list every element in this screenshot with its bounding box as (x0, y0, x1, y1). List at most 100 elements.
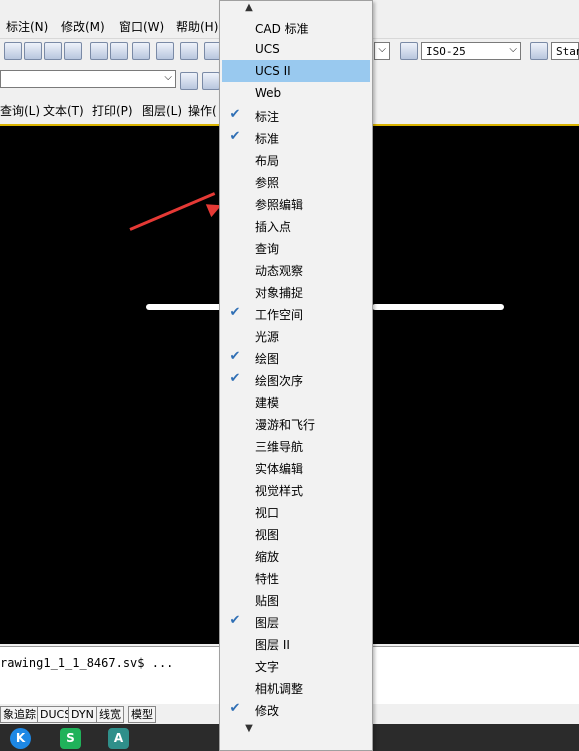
menu-item-label: 标注 (255, 110, 280, 124)
tab-text[interactable]: 文本(T) (43, 102, 84, 119)
menu-item-label: 动态观察 (255, 264, 304, 278)
menu-item[interactable]: CAD 标准 (222, 16, 370, 38)
scroll-up-icon[interactable]: ▲ (242, 2, 256, 13)
chevron-down-icon: ⌵ (378, 44, 386, 55)
menu-item[interactable]: 对象捕捉 (222, 280, 370, 302)
menu-item-label: 布局 (255, 154, 280, 168)
menu-item-label: 实体编辑 (255, 462, 304, 476)
text-style-dropdown[interactable]: ⌵ (374, 42, 390, 60)
menu-item[interactable]: Web (222, 82, 370, 104)
scroll-down-icon[interactable]: ▼ (242, 723, 256, 734)
menu-item[interactable]: ✔ 图层 (222, 610, 370, 632)
menu-item[interactable]: 特性 (222, 566, 370, 588)
chevron-down-icon: ⌵ (509, 44, 517, 55)
tab-query[interactable]: 查询(L) (0, 102, 40, 119)
status-dyn[interactable]: DYN (68, 706, 97, 723)
sheet-set-icon[interactable] (156, 42, 174, 60)
tab-print[interactable]: 打印(P) (92, 102, 133, 119)
menu-item[interactable]: UCS II (222, 60, 370, 82)
menu-item-label: 图层 (255, 616, 280, 630)
menu-item[interactable]: 参照编辑 (222, 192, 370, 214)
menu-item[interactable]: ✔ 工作空间 (222, 302, 370, 324)
menu-item[interactable]: 建模 (222, 390, 370, 412)
menu-item-label: 特性 (255, 572, 280, 586)
menu-item-label: 光源 (255, 330, 280, 344)
menu-item[interactable]: 图层 II (222, 632, 370, 654)
pan-icon[interactable] (4, 42, 22, 60)
menu-item-label: 漫游和飞行 (255, 418, 316, 432)
menu-help[interactable]: 帮助(H) (176, 18, 218, 35)
menu-dimension[interactable]: 标注(N) (6, 18, 48, 35)
table-style-dropdown[interactable]: Stan (551, 42, 579, 60)
design-center-icon[interactable] (110, 42, 128, 60)
tab-layer[interactable]: 图层(L) (142, 102, 182, 119)
drawn-line-left[interactable] (146, 304, 226, 310)
menu-item[interactable]: 文字 (222, 654, 370, 676)
menu-item-label: 缩放 (255, 550, 280, 564)
checkmark-icon: ✔ (229, 107, 241, 122)
status-lineweight[interactable]: 线宽 (96, 706, 124, 723)
zoom-window-icon[interactable] (44, 42, 62, 60)
menu-item-label: 工作空间 (255, 308, 304, 322)
menu-item[interactable]: 实体编辑 (222, 456, 370, 478)
menu-item[interactable]: ✔ 标准 (222, 126, 370, 148)
drawn-line-right[interactable] (372, 304, 504, 310)
table-style-value: Stan (556, 45, 579, 58)
menu-item[interactable]: 布局 (222, 148, 370, 170)
menu-item-label: 参照编辑 (255, 198, 304, 212)
menu-item[interactable]: 动态观察 (222, 258, 370, 280)
menu-item-label: 标准 (255, 132, 280, 146)
menu-item[interactable]: ✔ 绘图次序 (222, 368, 370, 390)
menu-item-label: 建模 (255, 396, 280, 410)
markup-icon[interactable] (180, 42, 198, 60)
status-object-tracking[interactable]: 象追踪 (0, 706, 39, 723)
menu-item-label: 贴图 (255, 594, 280, 608)
layer-previous-icon[interactable] (202, 72, 220, 90)
menu-item-label: 三维导航 (255, 440, 304, 454)
menu-item[interactable]: 视图 (222, 522, 370, 544)
menu-item[interactable]: 三维导航 (222, 434, 370, 456)
tab-operation[interactable]: 操作( (188, 102, 217, 119)
menu-item-label: 参照 (255, 176, 280, 190)
menu-item[interactable]: 插入点 (222, 214, 370, 236)
taskbar-app-icon[interactable]: S (60, 728, 81, 749)
checkmark-icon: ✔ (229, 305, 241, 320)
status-model[interactable]: 模型 (128, 706, 156, 723)
menu-item[interactable]: ✔ 绘图 (222, 346, 370, 368)
menu-item-label: 查询 (255, 242, 280, 256)
menu-item[interactable]: 缩放 (222, 544, 370, 566)
checkmark-icon: ✔ (229, 371, 241, 386)
menu-modify[interactable]: 修改(M) (61, 18, 105, 35)
menu-item[interactable]: UCS (222, 38, 370, 60)
make-object-layer-current-icon[interactable] (180, 72, 198, 90)
zoom-realtime-icon[interactable] (24, 42, 42, 60)
taskbar-app-icon[interactable]: A (108, 728, 129, 749)
menu-item[interactable]: ✔ 标注 (222, 104, 370, 126)
menu-item-label: UCS (255, 42, 280, 56)
menu-item[interactable]: 视觉样式 (222, 478, 370, 500)
properties-icon[interactable] (90, 42, 108, 60)
menu-item[interactable]: ✔ 修改 (222, 698, 370, 720)
menu-item[interactable]: 漫游和飞行 (222, 412, 370, 434)
menu-item-label: 修改 (255, 704, 280, 718)
menu-item[interactable]: 参照 (222, 170, 370, 192)
dimension-style-value: ISO-25 (426, 45, 466, 58)
taskbar-app-icon[interactable]: K (10, 728, 31, 749)
menu-item-label: 图层 II (255, 638, 290, 652)
menu-window[interactable]: 窗口(W) (119, 18, 164, 35)
command-line-text: rawing1_1_1_8467.sv$ ... (0, 656, 174, 670)
layer-dropdown[interactable]: ⌵ (0, 70, 176, 88)
dimension-style-icon[interactable] (400, 42, 418, 60)
menu-item-label: 绘图次序 (255, 374, 304, 388)
table-style-icon[interactable] (530, 42, 548, 60)
chevron-down-icon: ⌵ (164, 72, 172, 83)
menu-item[interactable]: 查询 (222, 236, 370, 258)
zoom-previous-icon[interactable] (64, 42, 82, 60)
tool-palettes-icon[interactable] (132, 42, 150, 60)
menu-item[interactable]: 光源 (222, 324, 370, 346)
menu-item[interactable]: 相机调整 (222, 676, 370, 698)
dimension-style-dropdown[interactable]: ISO-25 ⌵ (421, 42, 521, 60)
menu-item[interactable]: 视口 (222, 500, 370, 522)
menu-item-label: 相机调整 (255, 682, 304, 696)
menu-item[interactable]: 贴图 (222, 588, 370, 610)
